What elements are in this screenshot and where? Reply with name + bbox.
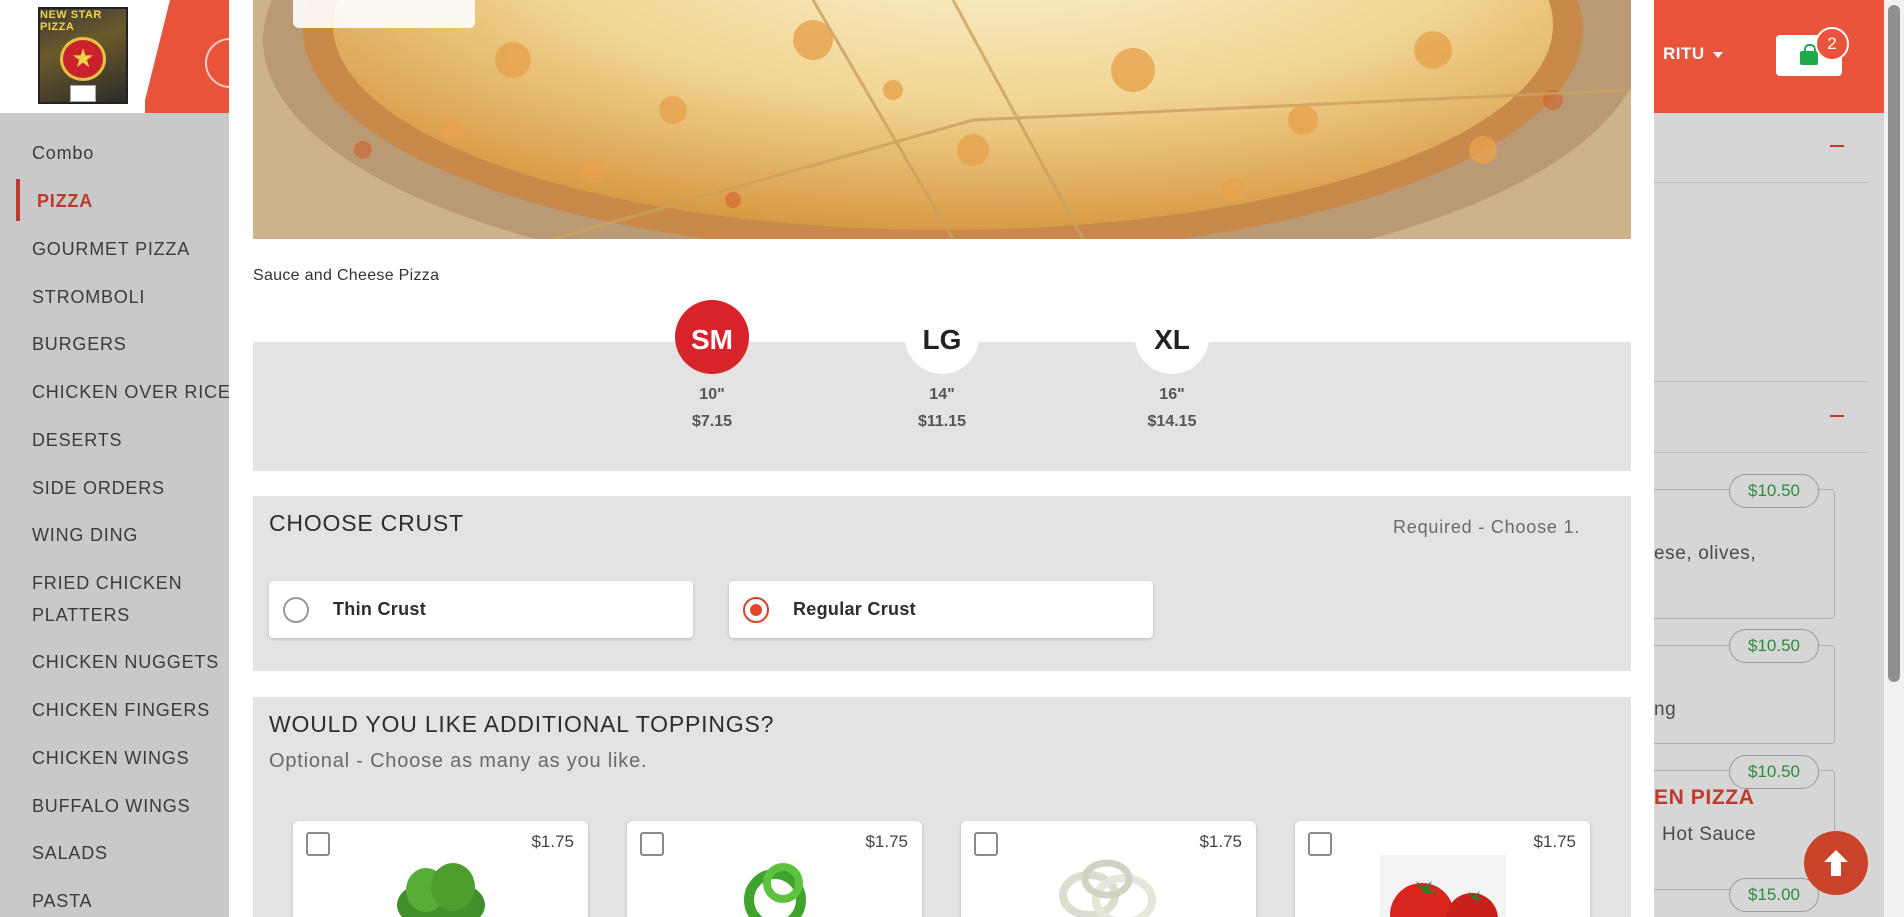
pizza-description: Sauce and Cheese Pizza bbox=[253, 267, 440, 284]
crust-option-thin[interactable]: Thin Crust bbox=[269, 581, 693, 638]
user-menu[interactable]: RITU bbox=[1663, 44, 1723, 64]
shopping-bag-icon bbox=[1800, 43, 1818, 65]
topping-checkbox[interactable] bbox=[1308, 832, 1332, 856]
topping-card[interactable]: $1.75 bbox=[961, 821, 1256, 917]
crust-requirement: Required - Choose 1. bbox=[1393, 517, 1581, 537]
menu-item-price: $10.50 bbox=[1729, 474, 1819, 508]
logo-star-icon: ★ bbox=[60, 37, 106, 81]
size-price: $11.15 bbox=[917, 413, 967, 430]
sidebar-item-fried-chicken-platters[interactable]: FRIED CHICKEN PLATTERS bbox=[32, 567, 212, 631]
topping-price: $1.75 bbox=[1199, 832, 1242, 851]
topping-checkbox[interactable] bbox=[974, 832, 998, 856]
topping-checkbox[interactable] bbox=[306, 832, 330, 856]
sidebar-item-chicken-fingers[interactable]: CHICKEN FINGERS bbox=[32, 694, 210, 726]
sidebar-item-stromboli[interactable]: STROMBOLI bbox=[32, 281, 145, 313]
toppings-section: WOULD YOU LIKE ADDITIONAL TOPPINGS? Opti… bbox=[253, 697, 1631, 917]
size-inches: 14" bbox=[929, 386, 955, 403]
topping-card[interactable]: $1.75 bbox=[627, 821, 922, 917]
arrow-up-icon bbox=[1824, 850, 1848, 876]
sidebar-item-burgers[interactable]: BURGERS bbox=[32, 328, 127, 360]
chevron-down-icon bbox=[1712, 51, 1723, 58]
image-tab bbox=[293, 0, 475, 28]
green-pepper-icon bbox=[743, 863, 806, 917]
topping-price: $1.75 bbox=[531, 832, 574, 851]
scroll-to-top-button[interactable] bbox=[1804, 831, 1868, 895]
size-selector: SM 10" $7.15 LG 14" $11.15 XL 16" $14.15 bbox=[253, 300, 1631, 471]
toppings-title: WOULD YOU LIKE ADDITIONAL TOPPINGS? bbox=[269, 711, 775, 737]
size-price: $7.15 bbox=[691, 413, 733, 430]
sidebar-item-pizza[interactable]: PIZZA bbox=[37, 185, 93, 217]
toppings-note: Optional - Choose as many as you like. bbox=[269, 750, 648, 772]
sidebar-item-chicken-over-rice[interactable]: CHICKEN OVER RICE bbox=[32, 376, 231, 408]
size-code: XL bbox=[1135, 300, 1209, 374]
menu-item-price: $10.50 bbox=[1729, 629, 1819, 663]
menu-item-description: Hot Sauce bbox=[1662, 824, 1757, 845]
menu-item-price: $10.50 bbox=[1729, 755, 1819, 789]
radio-button[interactable] bbox=[283, 597, 309, 623]
topping-checkbox[interactable] bbox=[640, 832, 664, 856]
tomato-icon bbox=[1379, 855, 1506, 917]
sidebar-item-pasta[interactable]: PASTA bbox=[32, 885, 92, 917]
size-option-lg[interactable]: LG 14" $11.15 bbox=[902, 300, 982, 430]
crust-option-regular[interactable]: Regular Crust bbox=[729, 581, 1153, 638]
topping-card[interactable]: $1.75 bbox=[293, 821, 588, 917]
onion-icon bbox=[1058, 859, 1156, 917]
cart-count-badge: 2 bbox=[1815, 27, 1849, 61]
sidebar-item-buffalo-wings[interactable]: BUFFALO WINGS bbox=[32, 790, 190, 822]
user-name: RITU bbox=[1663, 44, 1705, 63]
crust-title: CHOOSE CRUST bbox=[269, 510, 464, 536]
topping-price: $1.75 bbox=[1533, 832, 1576, 851]
crust-section: CHOOSE CRUST Required - Choose 1. Thin C… bbox=[253, 496, 1631, 671]
size-option-sm[interactable]: SM 10" $7.15 bbox=[672, 300, 752, 430]
radio-button-selected[interactable] bbox=[743, 597, 769, 623]
spinach-icon bbox=[396, 863, 485, 917]
size-code: SM bbox=[675, 300, 749, 374]
pizza-hero-image bbox=[253, 0, 1631, 239]
active-category-indicator bbox=[16, 179, 20, 221]
scrollbar-thumb[interactable] bbox=[1888, 5, 1900, 682]
menu-item-price: $15.00 bbox=[1729, 878, 1819, 912]
pizza-options-modal: Sauce and Cheese Pizza SM 10" $7.15 LG 1… bbox=[229, 0, 1654, 917]
size-price: $14.15 bbox=[1147, 413, 1197, 430]
menu-item-description: ese, olives, bbox=[1654, 543, 1757, 564]
collapse-icon[interactable] bbox=[1830, 415, 1844, 417]
sidebar-item-gourmet-pizza[interactable]: GOURMET PIZZA bbox=[32, 233, 190, 265]
sidebar-item-chicken-wings[interactable]: CHICKEN WINGS bbox=[32, 742, 189, 774]
sidebar-item-deserts[interactable]: DESERTS bbox=[32, 424, 122, 456]
size-code: LG bbox=[905, 300, 979, 374]
sidebar-item-combo[interactable]: Combo bbox=[32, 137, 94, 169]
crust-option-label: Regular Crust bbox=[793, 599, 916, 619]
logo-text: NEW STAR PIZZA bbox=[40, 9, 102, 33]
site-logo[interactable]: NEW STAR PIZZA ★ bbox=[38, 7, 128, 104]
logo-badge bbox=[70, 84, 96, 102]
size-inches: 16" bbox=[1159, 386, 1185, 403]
panel-divider bbox=[1654, 182, 1868, 183]
menu-item-description: ng bbox=[1654, 699, 1677, 720]
sidebar-item-salads[interactable]: SALADS bbox=[32, 837, 108, 869]
sidebar-item-side-orders[interactable]: SIDE ORDERS bbox=[32, 472, 165, 504]
topping-card[interactable]: $1.75 bbox=[1295, 821, 1590, 917]
size-option-xl[interactable]: XL 16" $14.15 bbox=[1132, 300, 1212, 430]
panel-divider bbox=[1654, 452, 1868, 453]
sidebar-item-chicken-nuggets[interactable]: CHICKEN NUGGETS bbox=[32, 646, 219, 678]
menu-item-title: EN PIZZA bbox=[1654, 786, 1755, 809]
cheese-pizza-image bbox=[253, 0, 1631, 239]
sidebar-item-wing-ding[interactable]: WING DING bbox=[32, 519, 138, 551]
size-inches: 10" bbox=[699, 386, 725, 403]
collapse-icon[interactable] bbox=[1830, 145, 1844, 147]
crust-option-label: Thin Crust bbox=[333, 599, 426, 619]
panel-divider bbox=[1654, 381, 1868, 382]
topping-price: $1.75 bbox=[865, 832, 908, 851]
